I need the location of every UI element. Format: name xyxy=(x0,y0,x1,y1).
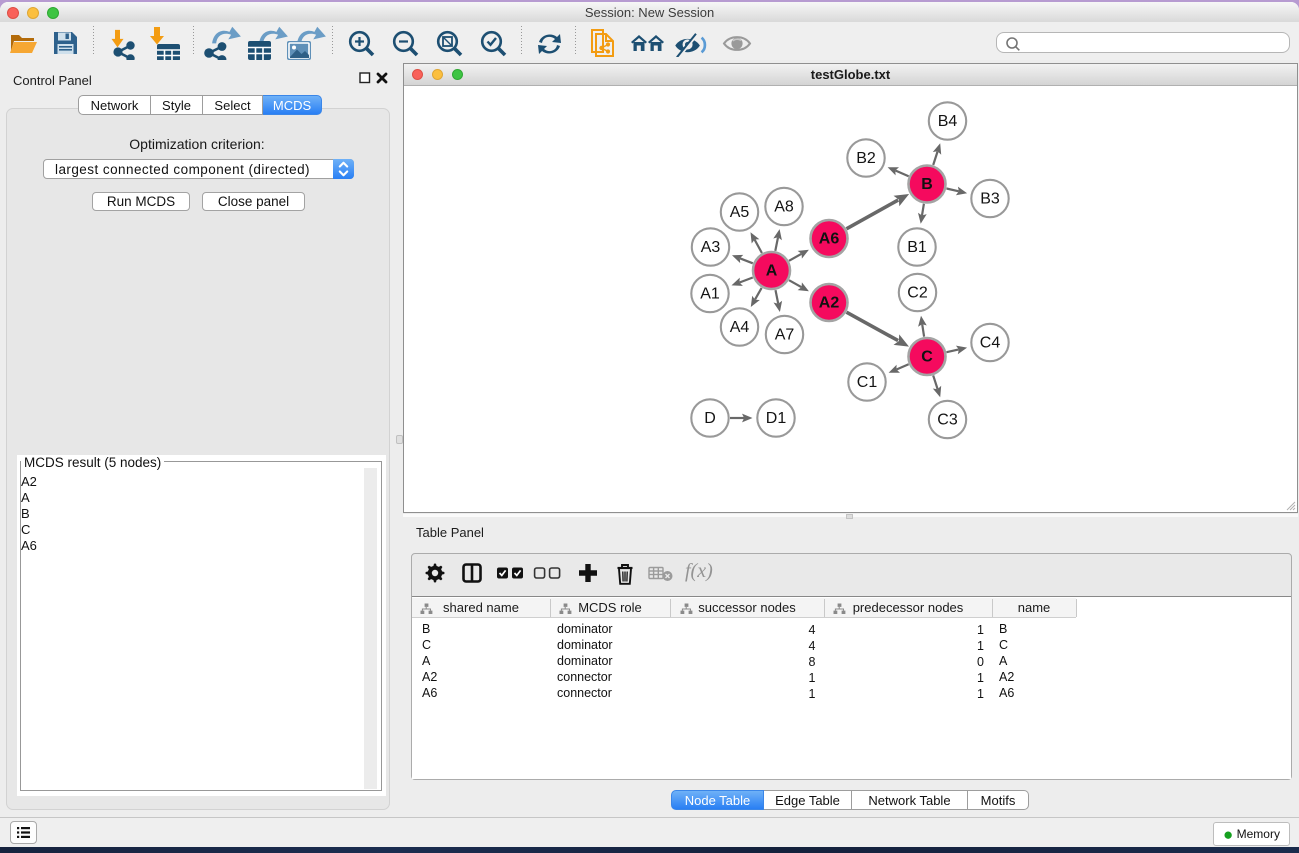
svg-text:D1: D1 xyxy=(766,410,787,427)
svg-text:D: D xyxy=(704,410,716,427)
svg-text:A4: A4 xyxy=(730,319,750,336)
svg-text:A6: A6 xyxy=(819,231,840,248)
svg-text:A8: A8 xyxy=(774,199,794,216)
svg-text:C: C xyxy=(921,349,933,366)
svg-text:C3: C3 xyxy=(937,412,958,429)
svg-text:B1: B1 xyxy=(907,239,927,256)
svg-text:A2: A2 xyxy=(819,295,840,312)
svg-text:B: B xyxy=(921,176,933,193)
svg-text:C2: C2 xyxy=(907,285,928,302)
svg-text:C4: C4 xyxy=(980,335,1001,352)
svg-text:C1: C1 xyxy=(857,374,878,391)
svg-text:A3: A3 xyxy=(701,239,721,256)
svg-text:A5: A5 xyxy=(730,204,750,221)
svg-text:A: A xyxy=(766,263,778,280)
svg-text:A1: A1 xyxy=(700,286,720,303)
svg-text:B4: B4 xyxy=(938,113,958,130)
svg-text:A7: A7 xyxy=(775,327,795,344)
svg-text:B2: B2 xyxy=(856,150,876,167)
svg-text:B3: B3 xyxy=(980,191,1000,208)
